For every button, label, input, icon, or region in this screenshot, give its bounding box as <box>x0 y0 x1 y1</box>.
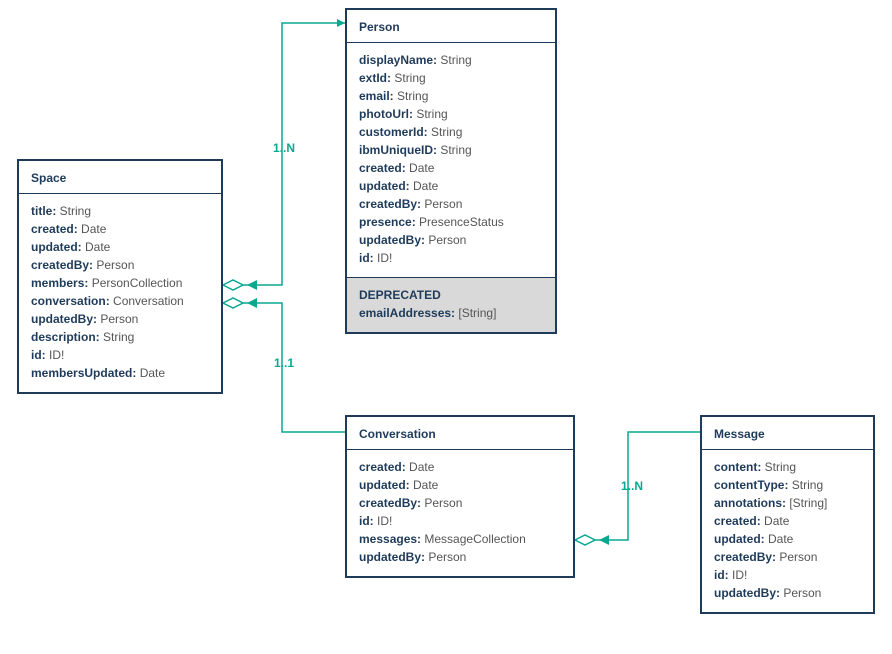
attr-row: updatedBy: Person <box>359 231 543 249</box>
attr-row: contentType: String <box>714 476 861 494</box>
attr-row: email: String <box>359 87 543 105</box>
attr-row: messages: MessageCollection <box>359 530 561 548</box>
attr-row: updated: Date <box>31 238 209 256</box>
entity-conversation-title: Conversation <box>347 417 573 450</box>
attr-row: membersUpdated: Date <box>31 364 209 382</box>
attr-row: title: String <box>31 202 209 220</box>
entity-space-title: Space <box>19 161 221 194</box>
attr-row: id: ID! <box>359 249 543 267</box>
attr-row: presence: PresenceStatus <box>359 213 543 231</box>
attr-row: emailAddresses: [String] <box>359 304 543 322</box>
attr-row: displayName: String <box>359 51 543 69</box>
attr-row: updatedBy: Person <box>31 310 209 328</box>
attr-row: updatedBy: Person <box>359 548 561 566</box>
entity-person-body: displayName: String extId: String email:… <box>347 43 555 277</box>
attr-row: id: ID! <box>359 512 561 530</box>
attr-row: content: String <box>714 458 861 476</box>
entity-conversation-body: created: Date updated: Date createdBy: P… <box>347 450 573 576</box>
attr-row: createdBy: Person <box>359 195 543 213</box>
attr-row: updated: Date <box>359 476 561 494</box>
attr-row: annotations: [String] <box>714 494 861 512</box>
entity-person-title: Person <box>347 10 555 43</box>
entity-message-body: content: String contentType: String anno… <box>702 450 873 612</box>
attr-row: description: String <box>31 328 209 346</box>
attr-row: created: Date <box>31 220 209 238</box>
cardinality-space-person: 1..N <box>273 141 295 155</box>
attr-row: createdBy: Person <box>714 548 861 566</box>
attr-row: customerId: String <box>359 123 543 141</box>
attr-row: created: Date <box>359 159 543 177</box>
entity-message: Message content: String contentType: Str… <box>700 415 875 614</box>
attr-row: created: Date <box>714 512 861 530</box>
cardinality-conversation-message: 1..N <box>621 479 643 493</box>
attr-row: updated: Date <box>714 530 861 548</box>
attr-row: conversation: Conversation <box>31 292 209 310</box>
deprecated-label: DEPRECATED <box>359 286 543 304</box>
attr-row: id: ID! <box>31 346 209 364</box>
attr-row: updatedBy: Person <box>714 584 861 602</box>
attr-row: photoUrl: String <box>359 105 543 123</box>
entity-message-title: Message <box>702 417 873 450</box>
attr-row: createdBy: Person <box>31 256 209 274</box>
entity-conversation: Conversation created: Date updated: Date… <box>345 415 575 578</box>
attr-row: extId: String <box>359 69 543 87</box>
entity-person: Person displayName: String extId: String… <box>345 8 557 334</box>
attr-row: updated: Date <box>359 177 543 195</box>
entity-person-deprecated: DEPRECATED emailAddresses: [String] <box>347 277 555 332</box>
attr-row: created: Date <box>359 458 561 476</box>
attr-row: members: PersonCollection <box>31 274 209 292</box>
attr-row: id: ID! <box>714 566 861 584</box>
attr-row: ibmUniqueID: String <box>359 141 543 159</box>
cardinality-space-conversation: 1..1 <box>274 356 294 370</box>
entity-space: Space title: String created: Date update… <box>17 159 223 394</box>
entity-space-body: title: String created: Date updated: Dat… <box>19 194 221 392</box>
attr-row: createdBy: Person <box>359 494 561 512</box>
